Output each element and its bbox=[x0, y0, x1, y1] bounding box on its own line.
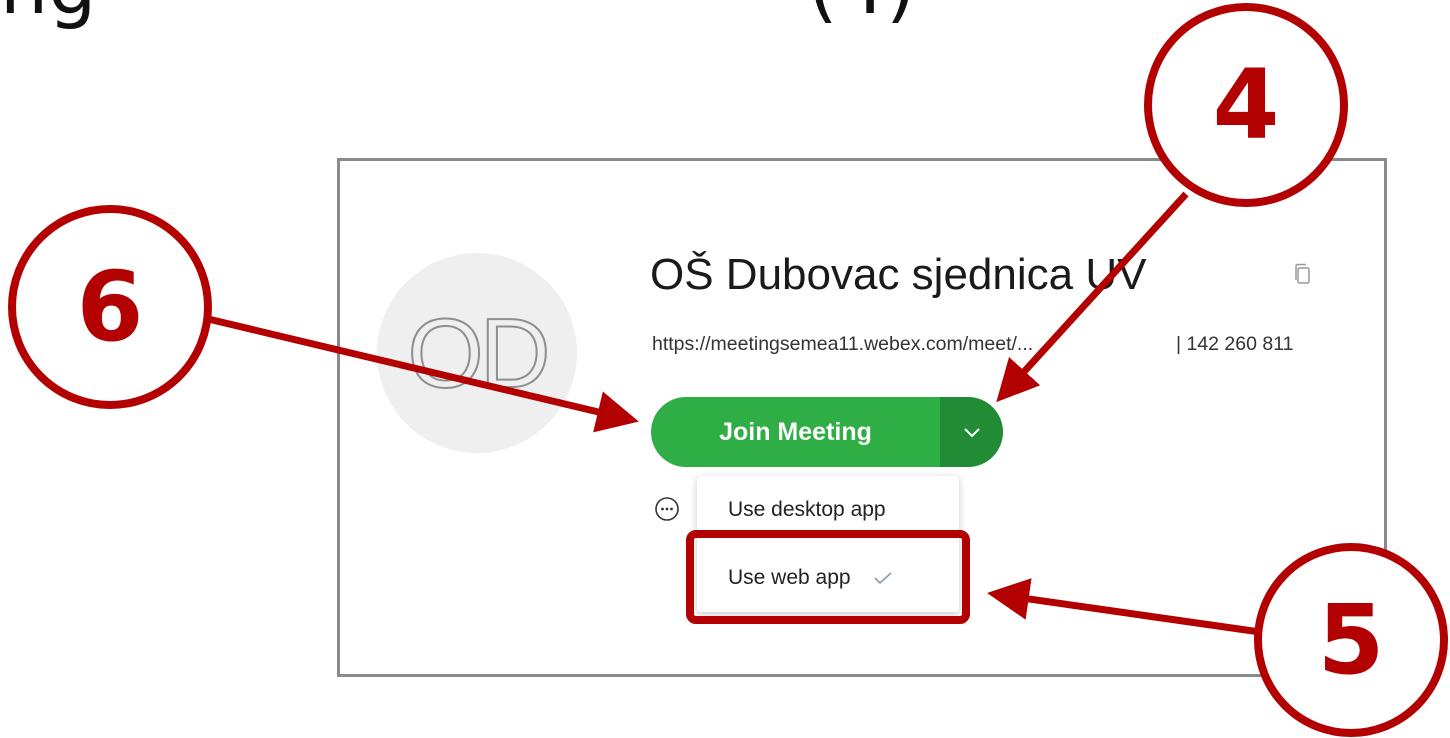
step-6-number: 6 bbox=[77, 251, 144, 363]
step-5-arrow bbox=[987, 578, 1261, 636]
step-5-number: 5 bbox=[1318, 584, 1385, 696]
step-4-arrow bbox=[996, 191, 1189, 403]
annotation-overlay: 6 4 5 bbox=[8, 3, 1448, 737]
step-6-arrow bbox=[203, 314, 639, 433]
step-4-number: 4 bbox=[1213, 49, 1280, 161]
